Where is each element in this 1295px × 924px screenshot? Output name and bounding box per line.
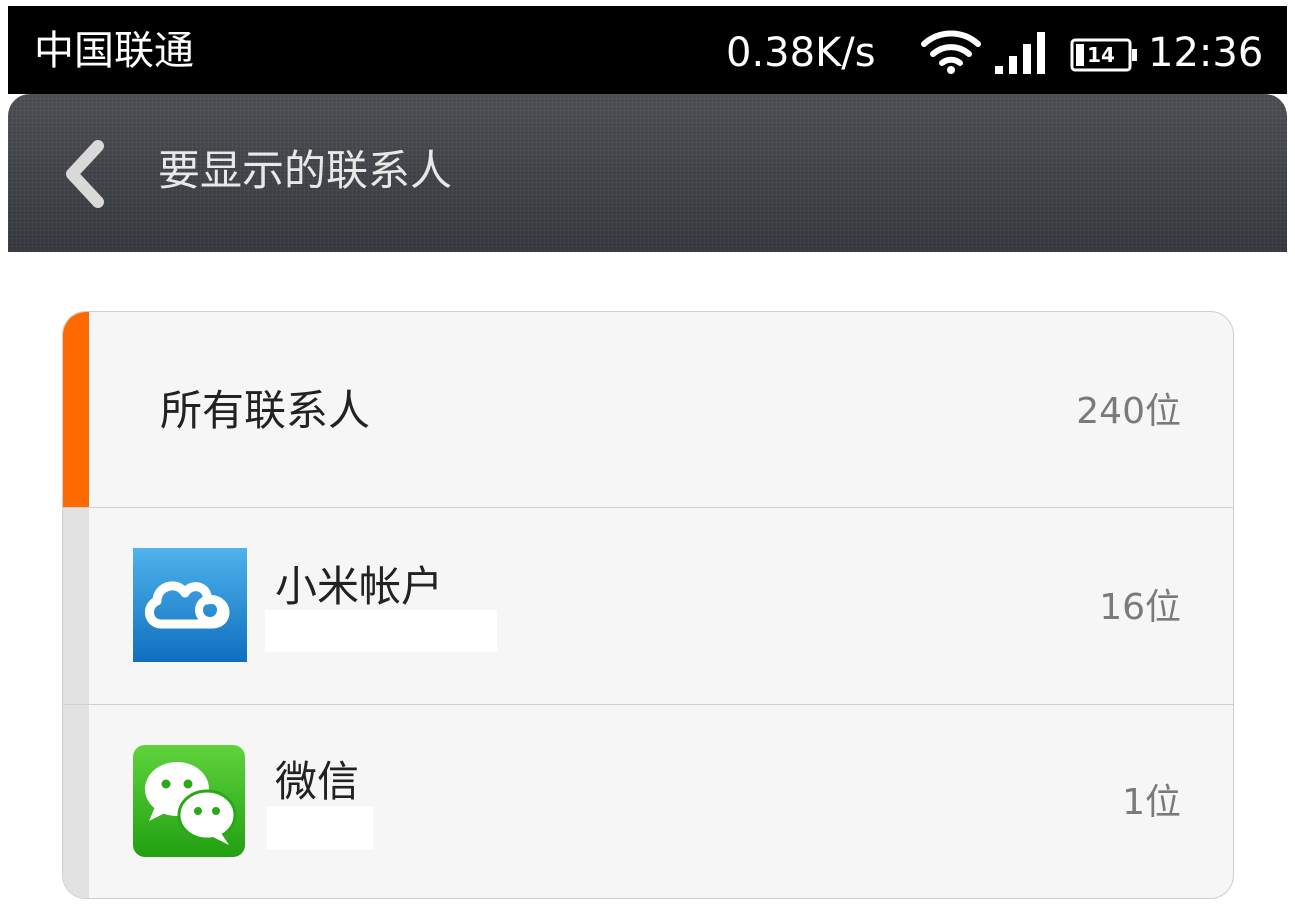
list-item-label: 所有联系人 (160, 386, 371, 435)
contact-source-list: 所有联系人 240位 小米帐户 16位 微信 1位 (62, 311, 1234, 899)
battery-level: 14 (1087, 43, 1115, 67)
contact-count: 240位 (1076, 391, 1181, 432)
list-item-all-contacts[interactable]: 所有联系人 240位 (63, 312, 1233, 507)
signal-icon (993, 32, 1049, 80)
account-name (267, 806, 373, 850)
wechat-icon (133, 745, 245, 857)
list-item-label: 小米帐户 (275, 562, 444, 611)
contact-count: 16位 (1099, 587, 1181, 628)
list-item-label: 微信 (275, 757, 360, 806)
network-speed: 0.38K/s (726, 30, 876, 76)
clock: 12:36 (1148, 30, 1264, 76)
page-title: 要显示的联系人 (158, 146, 453, 195)
selected-indicator (63, 312, 89, 507)
mi-cloud-icon (133, 548, 247, 662)
list-item-wechat[interactable]: 微信 1位 (63, 705, 1233, 898)
wifi-icon (920, 30, 982, 78)
list-item-mi-account[interactable]: 小米帐户 16位 (63, 508, 1233, 704)
contact-count: 1位 (1122, 782, 1181, 823)
unselected-indicator (63, 508, 89, 704)
status-bar: 中国联通 0.38K/s 14 12:36 (8, 6, 1287, 94)
back-button[interactable] (48, 136, 120, 212)
chevron-left-icon (48, 140, 120, 216)
action-bar: 要显示的联系人 (8, 94, 1287, 252)
carrier-name: 中国联通 (34, 28, 194, 74)
account-name (265, 610, 497, 652)
unselected-indicator (63, 705, 89, 898)
